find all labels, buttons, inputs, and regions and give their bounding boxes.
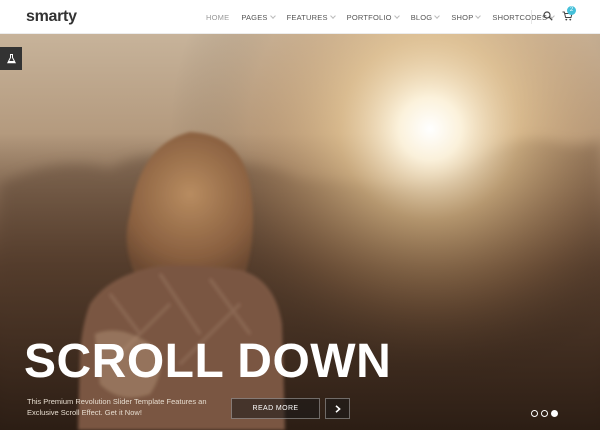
main-nav: HOME PAGES FEATURES PORTFOLIO BLOG SHOP … — [200, 0, 560, 34]
hero-headline: SCROLL DOWN — [24, 335, 392, 388]
slide-dot-3[interactable] — [551, 410, 558, 417]
chevron-right-icon — [334, 404, 341, 413]
read-more-button[interactable]: READ MORE — [231, 398, 320, 419]
nav-item-label: SHOP — [451, 12, 474, 22]
nav-item-label: SHORTCODES — [492, 12, 548, 22]
site-logo[interactable]: smarty — [26, 8, 77, 26]
slide-dot-1[interactable] — [531, 410, 538, 417]
chevron-down-icon — [393, 13, 400, 19]
hero-slider: SCROLL DOWN This Premium Revolution Slid… — [0, 34, 600, 430]
chevron-down-icon — [269, 13, 276, 19]
flask-icon — [6, 53, 16, 63]
nav-item-label: BLOG — [410, 12, 433, 22]
chevron-down-icon — [434, 13, 441, 19]
nav-item-label: HOME — [206, 12, 230, 22]
nav-item-portfolio[interactable]: PORTFOLIO — [346, 12, 400, 22]
slide-dot-2[interactable] — [541, 410, 548, 417]
cart-count-badge: 2 — [567, 6, 576, 15]
nav-item-blog[interactable]: BLOG — [410, 12, 441, 22]
hero-description: This Premium Revolution Slider Template … — [27, 397, 207, 417]
chevron-down-icon — [475, 13, 482, 19]
nav-divider — [531, 10, 532, 24]
nav-item-label: PORTFOLIO — [346, 12, 392, 22]
search-icon[interactable] — [543, 11, 553, 21]
next-button[interactable] — [325, 398, 350, 419]
nav-item-label: FEATURES — [286, 12, 328, 22]
nav-item-shop[interactable]: SHOP — [451, 12, 482, 22]
nav-item-features[interactable]: FEATURES — [286, 12, 336, 22]
chevron-down-icon — [329, 13, 336, 19]
nav-item-pages[interactable]: PAGES — [241, 12, 276, 22]
slider-pagination — [531, 410, 558, 417]
side-panel-toggle[interactable] — [0, 47, 22, 70]
site-header: smarty HOME PAGES FEATURES PORTFOLIO BLO… — [0, 0, 600, 34]
nav-item-label: PAGES — [241, 12, 268, 22]
nav-item-home[interactable]: HOME — [206, 13, 229, 22]
